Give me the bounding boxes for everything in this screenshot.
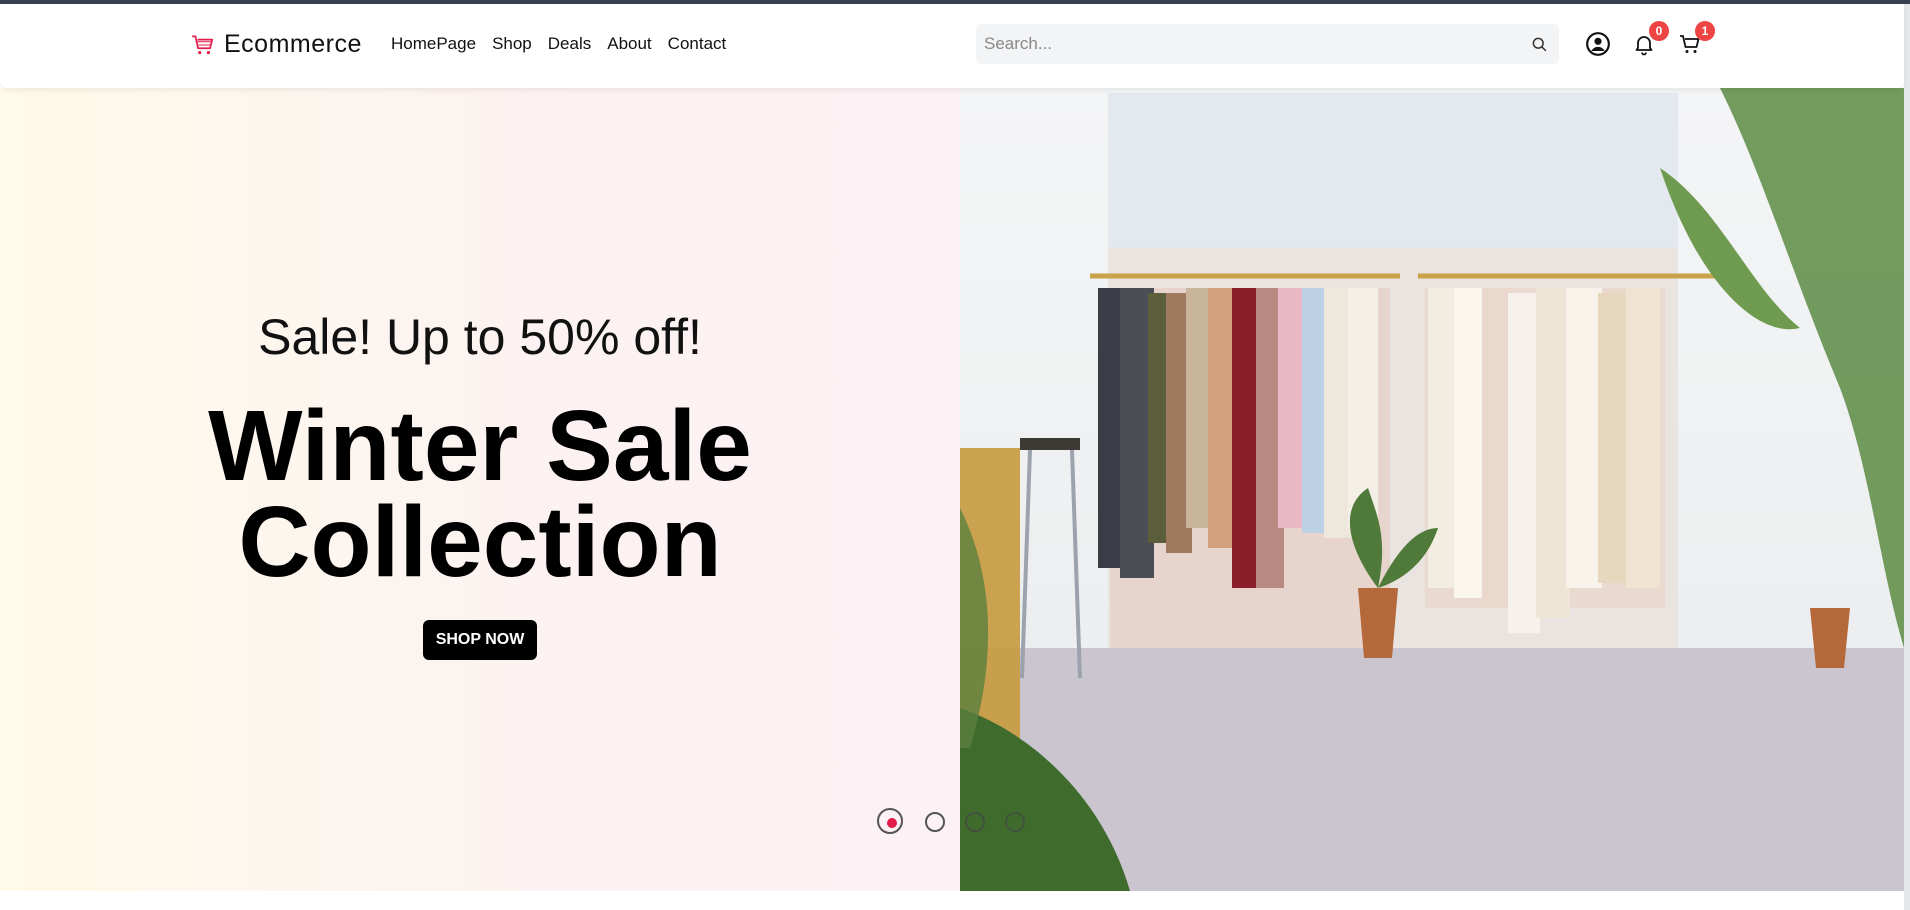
search-bar [976,24,1559,64]
notifications-button[interactable]: 0 [1629,21,1669,59]
clothing-rack-photo [960,88,1904,891]
hero-image [960,88,1904,891]
nav-item-shop[interactable]: Shop [492,34,532,54]
page-bottom [0,891,1904,910]
carousel-dot-4[interactable] [1005,812,1025,832]
active-dot-indicator [887,818,897,828]
nav-item-homepage[interactable]: HomePage [391,34,476,54]
carousel-dot-1[interactable] [877,808,903,834]
search-icon [1532,37,1547,52]
nav-item-deals[interactable]: Deals [548,34,591,54]
search-input[interactable] [976,34,1523,54]
hero-title-line2: Collection [238,486,722,598]
carousel-dot-3[interactable] [965,812,985,832]
search-button[interactable] [1523,28,1555,60]
hero-title: Winter Sale Collection [0,390,960,598]
nav-item-about[interactable]: About [607,34,651,54]
brand-name: Ecommerce [224,30,362,58]
cart-button[interactable]: 1 [1675,21,1715,59]
user-circle-icon [1586,32,1610,56]
carousel-dot-2[interactable] [925,812,945,832]
hero-title-line1: Winter Sale [208,390,752,502]
nav-item-contact[interactable]: Contact [668,34,727,54]
profile-button[interactable] [1583,29,1613,59]
brand-logo[interactable]: Ecommerce [190,30,362,59]
hero-subtitle: Sale! Up to 50% off! [258,309,702,365]
hero-banner: Sale! Up to 50% off! Winter Sale Collect… [0,88,960,891]
shop-now-button[interactable]: SHOP NOW [423,620,537,660]
main-nav: HomePage Shop Deals About Contact [391,34,726,54]
site-header: Ecommerce HomePage Shop Deals About Cont… [0,4,1904,88]
shopping-cart-icon [192,34,214,54]
carousel-indicators [877,808,1057,838]
rack-2-clothes [1428,288,1660,633]
cart-badge: 1 [1695,21,1715,41]
notifications-badge: 0 [1649,21,1669,41]
scrollbar[interactable] [1904,4,1910,910]
